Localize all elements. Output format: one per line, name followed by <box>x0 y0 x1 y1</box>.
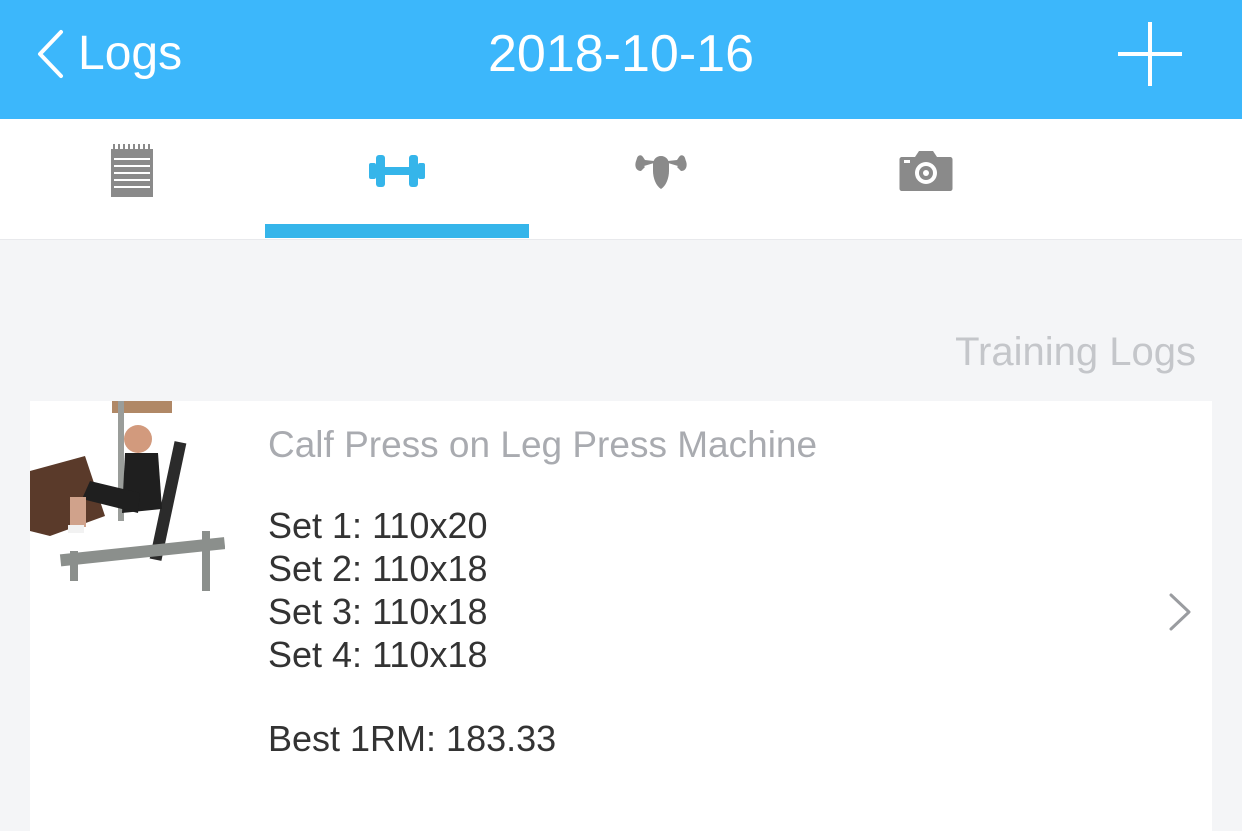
tab-bar <box>0 119 1242 240</box>
tab-notes[interactable] <box>0 119 264 239</box>
exercise-thumbnail <box>30 401 225 596</box>
tab-photos[interactable] <box>794 119 1058 239</box>
set-line: Set 2: 110x18 <box>268 548 488 589</box>
set-line: Set 1: 110x20 <box>268 505 488 546</box>
set-line: Set 4: 110x18 <box>268 634 488 675</box>
page-title: 2018-10-16 <box>488 25 754 83</box>
set-line: Set 3: 110x18 <box>268 591 488 632</box>
notepad-icon <box>111 144 153 197</box>
exercise-name: Calf Press on Leg Press Machine <box>268 424 818 465</box>
navigation-bar: Logs 2018-10-16 <box>0 0 1242 119</box>
sets-list: Set 1: 110x20 Set 2: 110x18 Set 3: 110x1… <box>268 504 488 676</box>
plus-icon <box>1118 22 1182 86</box>
add-button[interactable] <box>1118 22 1182 86</box>
tab-body[interactable] <box>529 119 793 239</box>
flexed-muscles-icon <box>635 155 687 189</box>
camera-icon <box>899 151 953 191</box>
selected-tab-indicator <box>265 224 529 238</box>
chevron-right-icon <box>1169 593 1191 631</box>
best-1rm: Best 1RM: 183.33 <box>268 718 557 759</box>
tab-workouts[interactable] <box>265 119 529 239</box>
section-title: Training Logs <box>955 330 1196 374</box>
log-entry-card[interactable]: Calf Press on Leg Press Machine Set 1: 1… <box>30 401 1212 831</box>
dumbbell-icon <box>369 155 425 187</box>
